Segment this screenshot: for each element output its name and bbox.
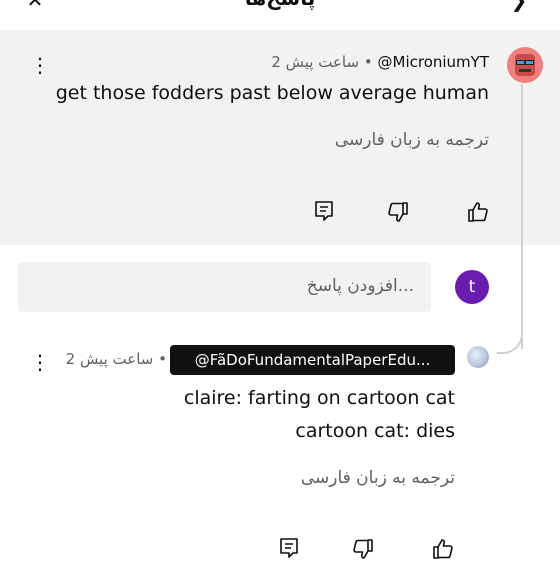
- comment-handle[interactable]: @MicroniumYT: [378, 53, 490, 71]
- reply-icon[interactable]: [277, 536, 301, 560]
- meta-separator: •: [158, 350, 167, 368]
- comment-meta: 2 ساعت پیش •: [66, 350, 167, 368]
- panel-header: ✕ پاسخ‌ها ❯: [0, 0, 560, 30]
- comment-meta: 2 ساعت پیش • @MicroniumYT: [271, 53, 489, 71]
- back-icon[interactable]: ❯: [508, 0, 530, 12]
- comment-text: cartoon cat: dies: [295, 420, 455, 442]
- thread-line: [521, 84, 523, 349]
- like-icon[interactable]: [466, 200, 490, 224]
- translate-link[interactable]: ترجمه به زبان فارسی: [335, 130, 489, 150]
- thread-connector: [497, 330, 523, 354]
- dislike-icon[interactable]: [351, 537, 375, 561]
- comment-handle[interactable]: @FãDoFundamentalPaperEdu...: [170, 345, 455, 375]
- more-vert-icon[interactable]: ⋮: [30, 53, 50, 77]
- meta-separator: •: [363, 53, 373, 71]
- reply-icon[interactable]: [312, 199, 336, 223]
- comment-text: get those fodders past below average hum…: [55, 82, 489, 104]
- avatar[interactable]: [467, 346, 489, 368]
- dislike-icon[interactable]: [386, 200, 410, 224]
- comment-text: claire: farting on cartoon cat: [183, 387, 455, 409]
- avatar[interactable]: t: [455, 270, 489, 304]
- reply-input-placeholder: افزودن پاسخ...: [306, 276, 414, 296]
- comment-time: 2 ساعت پیش: [271, 53, 360, 71]
- like-icon[interactable]: [431, 537, 455, 561]
- more-vert-icon[interactable]: ⋮: [30, 350, 50, 374]
- avatar[interactable]: [507, 47, 543, 83]
- translate-link[interactable]: ترجمه به زبان فارسی: [301, 468, 455, 488]
- comment-time: 2 ساعت پیش: [65, 350, 154, 368]
- panel-title: پاسخ‌ها: [0, 0, 560, 10]
